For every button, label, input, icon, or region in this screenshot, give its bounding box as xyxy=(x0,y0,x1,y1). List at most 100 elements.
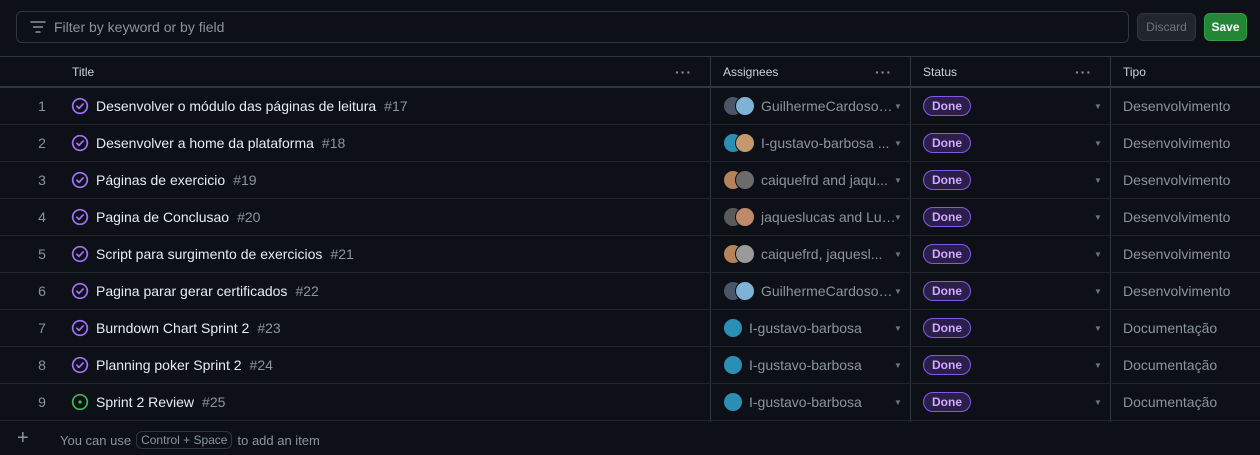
filter-field[interactable] xyxy=(16,11,1129,43)
add-item-row[interactable]: + You can use Control + Space to add an … xyxy=(0,422,1260,455)
table-row[interactable]: 3 Páginas de exercicio #19 caiquefrd and… xyxy=(0,162,1260,199)
tipo-cell[interactable]: Desenvolvimento xyxy=(1123,162,1260,198)
chevron-down-icon[interactable]: ▼ xyxy=(1094,398,1102,407)
chevron-down-icon[interactable]: ▼ xyxy=(894,176,902,185)
issue-title[interactable]: Sprint 2 Review xyxy=(96,394,194,410)
issue-title[interactable]: Páginas de exercicio xyxy=(96,172,225,188)
tipo-cell[interactable]: Desenvolvimento xyxy=(1123,88,1260,124)
issue-number[interactable]: #24 xyxy=(250,357,273,373)
table-row[interactable]: 5 Script para surgimento de exercicios #… xyxy=(0,236,1260,273)
title-column-menu-icon[interactable]: ··· xyxy=(675,64,692,80)
avatar[interactable] xyxy=(735,281,755,301)
chevron-down-icon[interactable]: ▼ xyxy=(1094,213,1102,222)
status-cell[interactable]: Done xyxy=(923,88,1103,124)
tipo-cell[interactable]: Documentação xyxy=(1123,347,1260,383)
chevron-down-icon[interactable]: ▼ xyxy=(1094,102,1102,111)
title-cell[interactable]: Burndown Chart Sprint 2 #23 xyxy=(71,310,701,346)
issue-title[interactable]: Pagina de Conclusao xyxy=(96,209,229,225)
issue-number[interactable]: #23 xyxy=(257,320,280,336)
assignees-cell[interactable]: I-gustavo-barbosa xyxy=(723,384,905,420)
table-row[interactable]: 1 Desenvolver o módulo das páginas de le… xyxy=(0,88,1260,125)
table-row[interactable]: 8 Planning poker Sprint 2 #24 I-gustavo-… xyxy=(0,347,1260,384)
assignees-cell[interactable]: GuilhermeCardoso0... xyxy=(723,273,905,309)
title-cell[interactable]: Script para surgimento de exercicios #21 xyxy=(71,236,701,272)
chevron-down-icon[interactable]: ▼ xyxy=(894,102,902,111)
chevron-down-icon[interactable]: ▼ xyxy=(1094,176,1102,185)
assignees-cell[interactable]: I-gustavo-barbosa xyxy=(723,347,905,383)
chevron-down-icon[interactable]: ▼ xyxy=(894,324,902,333)
save-button[interactable]: Save xyxy=(1204,13,1247,41)
assignees-cell[interactable]: I-gustavo-barbosa xyxy=(723,310,905,346)
filter-input[interactable] xyxy=(54,19,1054,35)
title-cell[interactable]: Pagina parar gerar certificados #22 xyxy=(71,273,701,309)
title-cell[interactable]: Páginas de exercicio #19 xyxy=(71,162,701,198)
status-column-menu-icon[interactable]: ··· xyxy=(1075,64,1092,80)
assignees-column-menu-icon[interactable]: ··· xyxy=(875,64,892,80)
column-header-title[interactable]: Title xyxy=(72,57,94,87)
column-header-status[interactable]: Status xyxy=(923,57,957,87)
tipo-cell[interactable]: Desenvolvimento xyxy=(1123,125,1260,161)
issue-title[interactable]: Pagina parar gerar certificados xyxy=(96,283,287,299)
chevron-down-icon[interactable]: ▼ xyxy=(894,250,902,259)
issue-title[interactable]: Desenvolver o módulo das páginas de leit… xyxy=(96,98,376,114)
issue-number[interactable]: #18 xyxy=(322,135,345,151)
assignees-cell[interactable]: caiquefrd and jaqu... xyxy=(723,162,905,198)
issue-title[interactable]: Desenvolver a home da plataforma xyxy=(96,135,314,151)
table-row[interactable]: 7 Burndown Chart Sprint 2 #23 I-gustavo-… xyxy=(0,310,1260,347)
assignees-cell[interactable]: GuilhermeCardoso0... xyxy=(723,88,905,124)
table-row[interactable]: 2 Desenvolver a home da plataforma #18 I… xyxy=(0,125,1260,162)
status-cell[interactable]: Done xyxy=(923,236,1103,272)
avatar[interactable] xyxy=(735,96,755,116)
chevron-down-icon[interactable]: ▼ xyxy=(894,213,902,222)
avatar[interactable] xyxy=(723,392,743,412)
title-cell[interactable]: Sprint 2 Review #25 xyxy=(71,384,701,420)
avatar[interactable] xyxy=(723,355,743,375)
avatar[interactable] xyxy=(735,133,755,153)
issue-number[interactable]: #20 xyxy=(237,209,260,225)
avatar[interactable] xyxy=(735,244,755,264)
tipo-cell[interactable]: Documentação xyxy=(1123,384,1260,420)
status-cell[interactable]: Done xyxy=(923,347,1103,383)
chevron-down-icon[interactable]: ▼ xyxy=(894,398,902,407)
status-cell[interactable]: Done xyxy=(923,162,1103,198)
chevron-down-icon[interactable]: ▼ xyxy=(894,287,902,296)
status-cell[interactable]: Done xyxy=(923,384,1103,420)
issue-number[interactable]: #19 xyxy=(233,172,256,188)
avatar[interactable] xyxy=(735,207,755,227)
title-cell[interactable]: Desenvolver a home da plataforma #18 xyxy=(71,125,701,161)
tipo-cell[interactable]: Desenvolvimento xyxy=(1123,236,1260,272)
table-row[interactable]: 9 Sprint 2 Review #25 I-gustavo-barbosa … xyxy=(0,384,1260,421)
table-row[interactable]: 6 Pagina parar gerar certificados #22 Gu… xyxy=(0,273,1260,310)
chevron-down-icon[interactable]: ▼ xyxy=(894,139,902,148)
status-cell[interactable]: Done xyxy=(923,310,1103,346)
status-cell[interactable]: Done xyxy=(923,125,1103,161)
issue-number[interactable]: #22 xyxy=(295,283,318,299)
chevron-down-icon[interactable]: ▼ xyxy=(894,361,902,370)
title-cell[interactable]: Pagina de Conclusao #20 xyxy=(71,199,701,235)
issue-title[interactable]: Script para surgimento de exercicios xyxy=(96,246,322,262)
chevron-down-icon[interactable]: ▼ xyxy=(1094,361,1102,370)
table-row[interactable]: 4 Pagina de Conclusao #20 jaqueslucas an… xyxy=(0,199,1260,236)
chevron-down-icon[interactable]: ▼ xyxy=(1094,250,1102,259)
issue-number[interactable]: #17 xyxy=(384,98,407,114)
title-cell[interactable]: Desenvolver o módulo das páginas de leit… xyxy=(71,88,701,124)
status-cell[interactable]: Done xyxy=(923,199,1103,235)
column-header-assignees[interactable]: Assignees xyxy=(723,57,778,87)
assignees-cell[interactable]: caiquefrd, jaquesl... xyxy=(723,236,905,272)
chevron-down-icon[interactable]: ▼ xyxy=(1094,324,1102,333)
chevron-down-icon[interactable]: ▼ xyxy=(1094,139,1102,148)
tipo-cell[interactable]: Documentação xyxy=(1123,310,1260,346)
assignees-cell[interactable]: I-gustavo-barbosa ... xyxy=(723,125,905,161)
tipo-cell[interactable]: Desenvolvimento xyxy=(1123,273,1260,309)
title-cell[interactable]: Planning poker Sprint 2 #24 xyxy=(71,347,701,383)
avatar[interactable] xyxy=(723,318,743,338)
chevron-down-icon[interactable]: ▼ xyxy=(1094,287,1102,296)
issue-number[interactable]: #25 xyxy=(202,394,225,410)
discard-button[interactable]: Discard xyxy=(1137,13,1196,41)
avatar[interactable] xyxy=(735,170,755,190)
column-header-tipo[interactable]: Tipo xyxy=(1123,57,1146,87)
assignees-cell[interactable]: jaqueslucas and Luc... xyxy=(723,199,905,235)
issue-number[interactable]: #21 xyxy=(330,246,353,262)
issue-title[interactable]: Planning poker Sprint 2 xyxy=(96,357,242,373)
plus-icon[interactable]: + xyxy=(17,427,29,450)
